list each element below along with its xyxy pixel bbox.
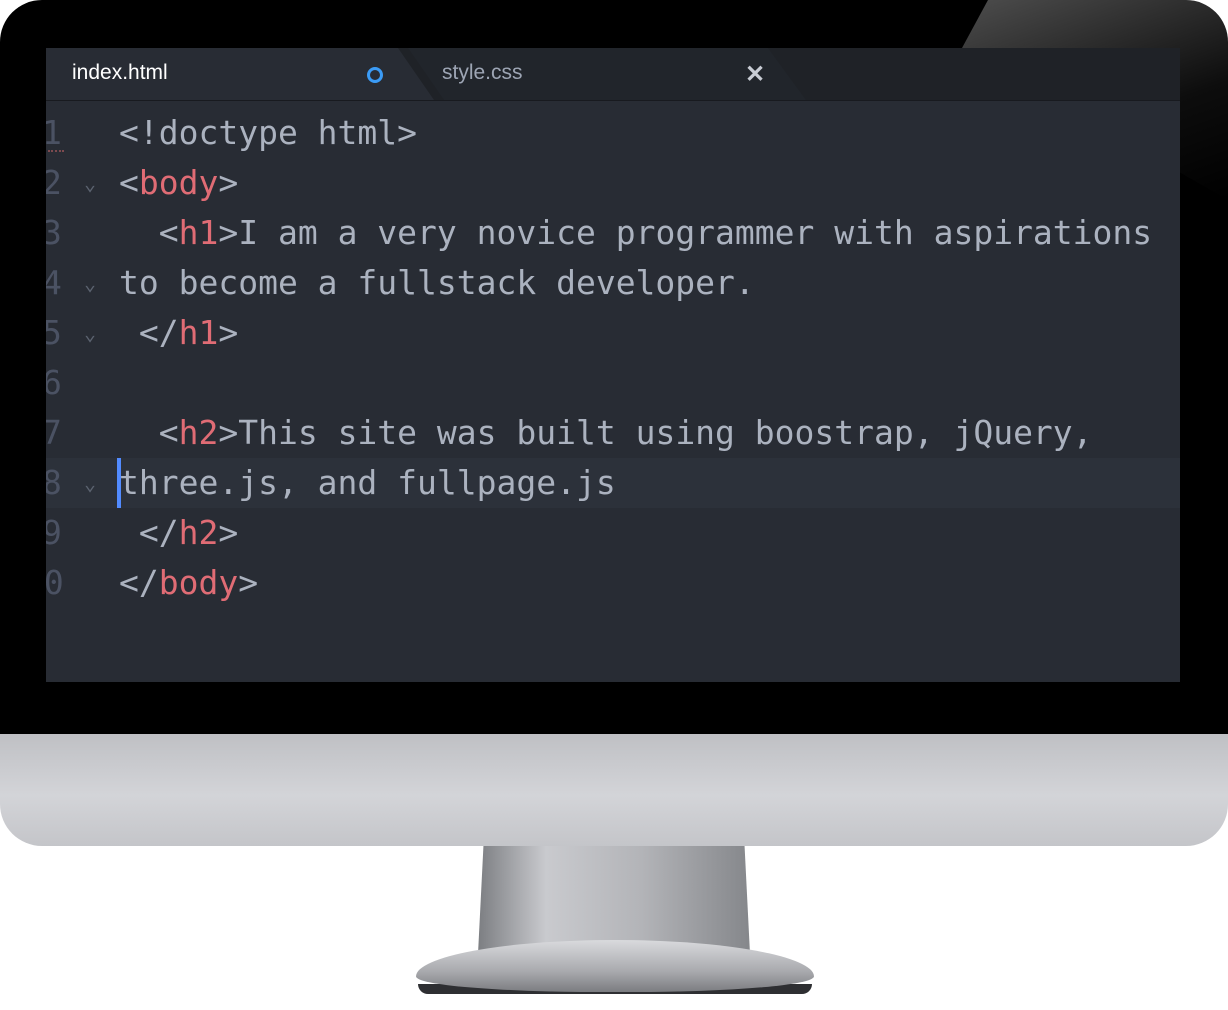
tab-style-css[interactable]: style.css ✕ — [408, 48, 806, 100]
code-line[interactable]: 6 — [46, 358, 1180, 408]
text-token: < — [119, 413, 179, 452]
tab-index-html[interactable]: index.html — [46, 48, 434, 100]
code-line[interactable]: 1 <!doctype html> — [46, 108, 1180, 158]
editor-window: style.css ✕ index.html 1 <!doctype html> 2… — [46, 48, 1180, 682]
code-text: three.js, and fullpage.js — [119, 458, 616, 508]
code-text: <h2>This site was built using boostrap, … — [119, 408, 1093, 458]
text-token: <!doctype html> — [119, 113, 418, 152]
line-number: 9 — [46, 513, 62, 552]
code-line[interactable]: 2 ⌄ <body> — [46, 158, 1180, 208]
text-token: < — [119, 163, 139, 202]
fold-chevron-icon[interactable]: ⌄ — [84, 308, 96, 358]
text-token: > — [238, 563, 259, 602]
code-line[interactable]: 10 </body> — [46, 558, 1180, 608]
monitor-stand-neck — [478, 846, 750, 954]
tag-name-token: body — [138, 163, 219, 202]
tab-label: index.html — [72, 61, 168, 84]
code-line[interactable]: 7 <h2>This site was built using boostrap… — [46, 408, 1180, 458]
line-number: 7 — [46, 413, 62, 452]
fold-chevron-icon[interactable]: ⌄ — [84, 258, 96, 308]
tag-name-token: h1 — [178, 213, 219, 252]
tag-name-token: h2 — [178, 513, 219, 552]
code-line[interactable]: 9 </h2> — [46, 508, 1180, 558]
code-text: </body> — [119, 558, 258, 608]
code-text: <!doctype html> — [119, 108, 417, 158]
line-number: 8 — [46, 463, 62, 502]
code-editor[interactable]: 1 <!doctype html> 2 ⌄ <body> 3 <h1>I am a ver… — [46, 108, 1180, 608]
text-token: three.js, and fullpage.js — [119, 463, 616, 502]
code-line[interactable]: 3 <h1>I am a very novice programmer with… — [46, 208, 1180, 258]
text-token: </ — [119, 563, 159, 602]
line-marker — [48, 150, 64, 152]
tab-bar: style.css ✕ index.html — [46, 48, 1180, 101]
tag-name-token: h2 — [178, 413, 219, 452]
text-token: >This site was built using boostrap, jQu… — [218, 413, 1093, 452]
tag-name-token: body — [158, 563, 239, 602]
code-text: <body> — [119, 158, 238, 208]
code-line[interactable]: 4 ⌄ to become a fullstack developer. — [46, 258, 1180, 308]
code-line[interactable]: 8 ⌄ three.js, and fullpage.js — [46, 458, 1180, 508]
text-token: to become a fullstack developer. — [119, 263, 755, 302]
text-token: > — [218, 163, 239, 202]
close-icon[interactable]: ✕ — [745, 60, 765, 89]
modified-dot-icon[interactable] — [367, 67, 383, 83]
text-token: > — [218, 313, 239, 352]
code-text: <h1>I am a very novice programmer with a… — [119, 208, 1152, 258]
line-number: 10 — [46, 563, 64, 602]
line-number: 5 — [46, 313, 62, 352]
code-text: to become a fullstack developer. — [119, 258, 755, 308]
code-text: </h1> — [119, 308, 238, 358]
text-token: < — [119, 213, 179, 252]
line-number: 2 — [46, 163, 62, 202]
line-number: 4 — [46, 263, 62, 302]
tag-name-token: h1 — [178, 313, 219, 352]
monitor-chin — [0, 734, 1228, 846]
code-line[interactable]: 5 ⌄ </h1> — [46, 308, 1180, 358]
line-number: 6 — [46, 363, 62, 402]
fold-chevron-icon[interactable]: ⌄ — [84, 158, 96, 208]
code-text: </h2> — [119, 508, 238, 558]
text-token: > — [218, 513, 239, 552]
text-token: </ — [119, 313, 179, 352]
fold-chevron-icon[interactable]: ⌄ — [84, 458, 96, 508]
tab-label: style.css — [442, 61, 523, 84]
text-token: >I am a very novice programmer with aspi… — [218, 213, 1153, 252]
line-number: 3 — [46, 213, 62, 252]
monitor-stand-foot — [416, 940, 814, 992]
text-token: </ — [119, 513, 179, 552]
